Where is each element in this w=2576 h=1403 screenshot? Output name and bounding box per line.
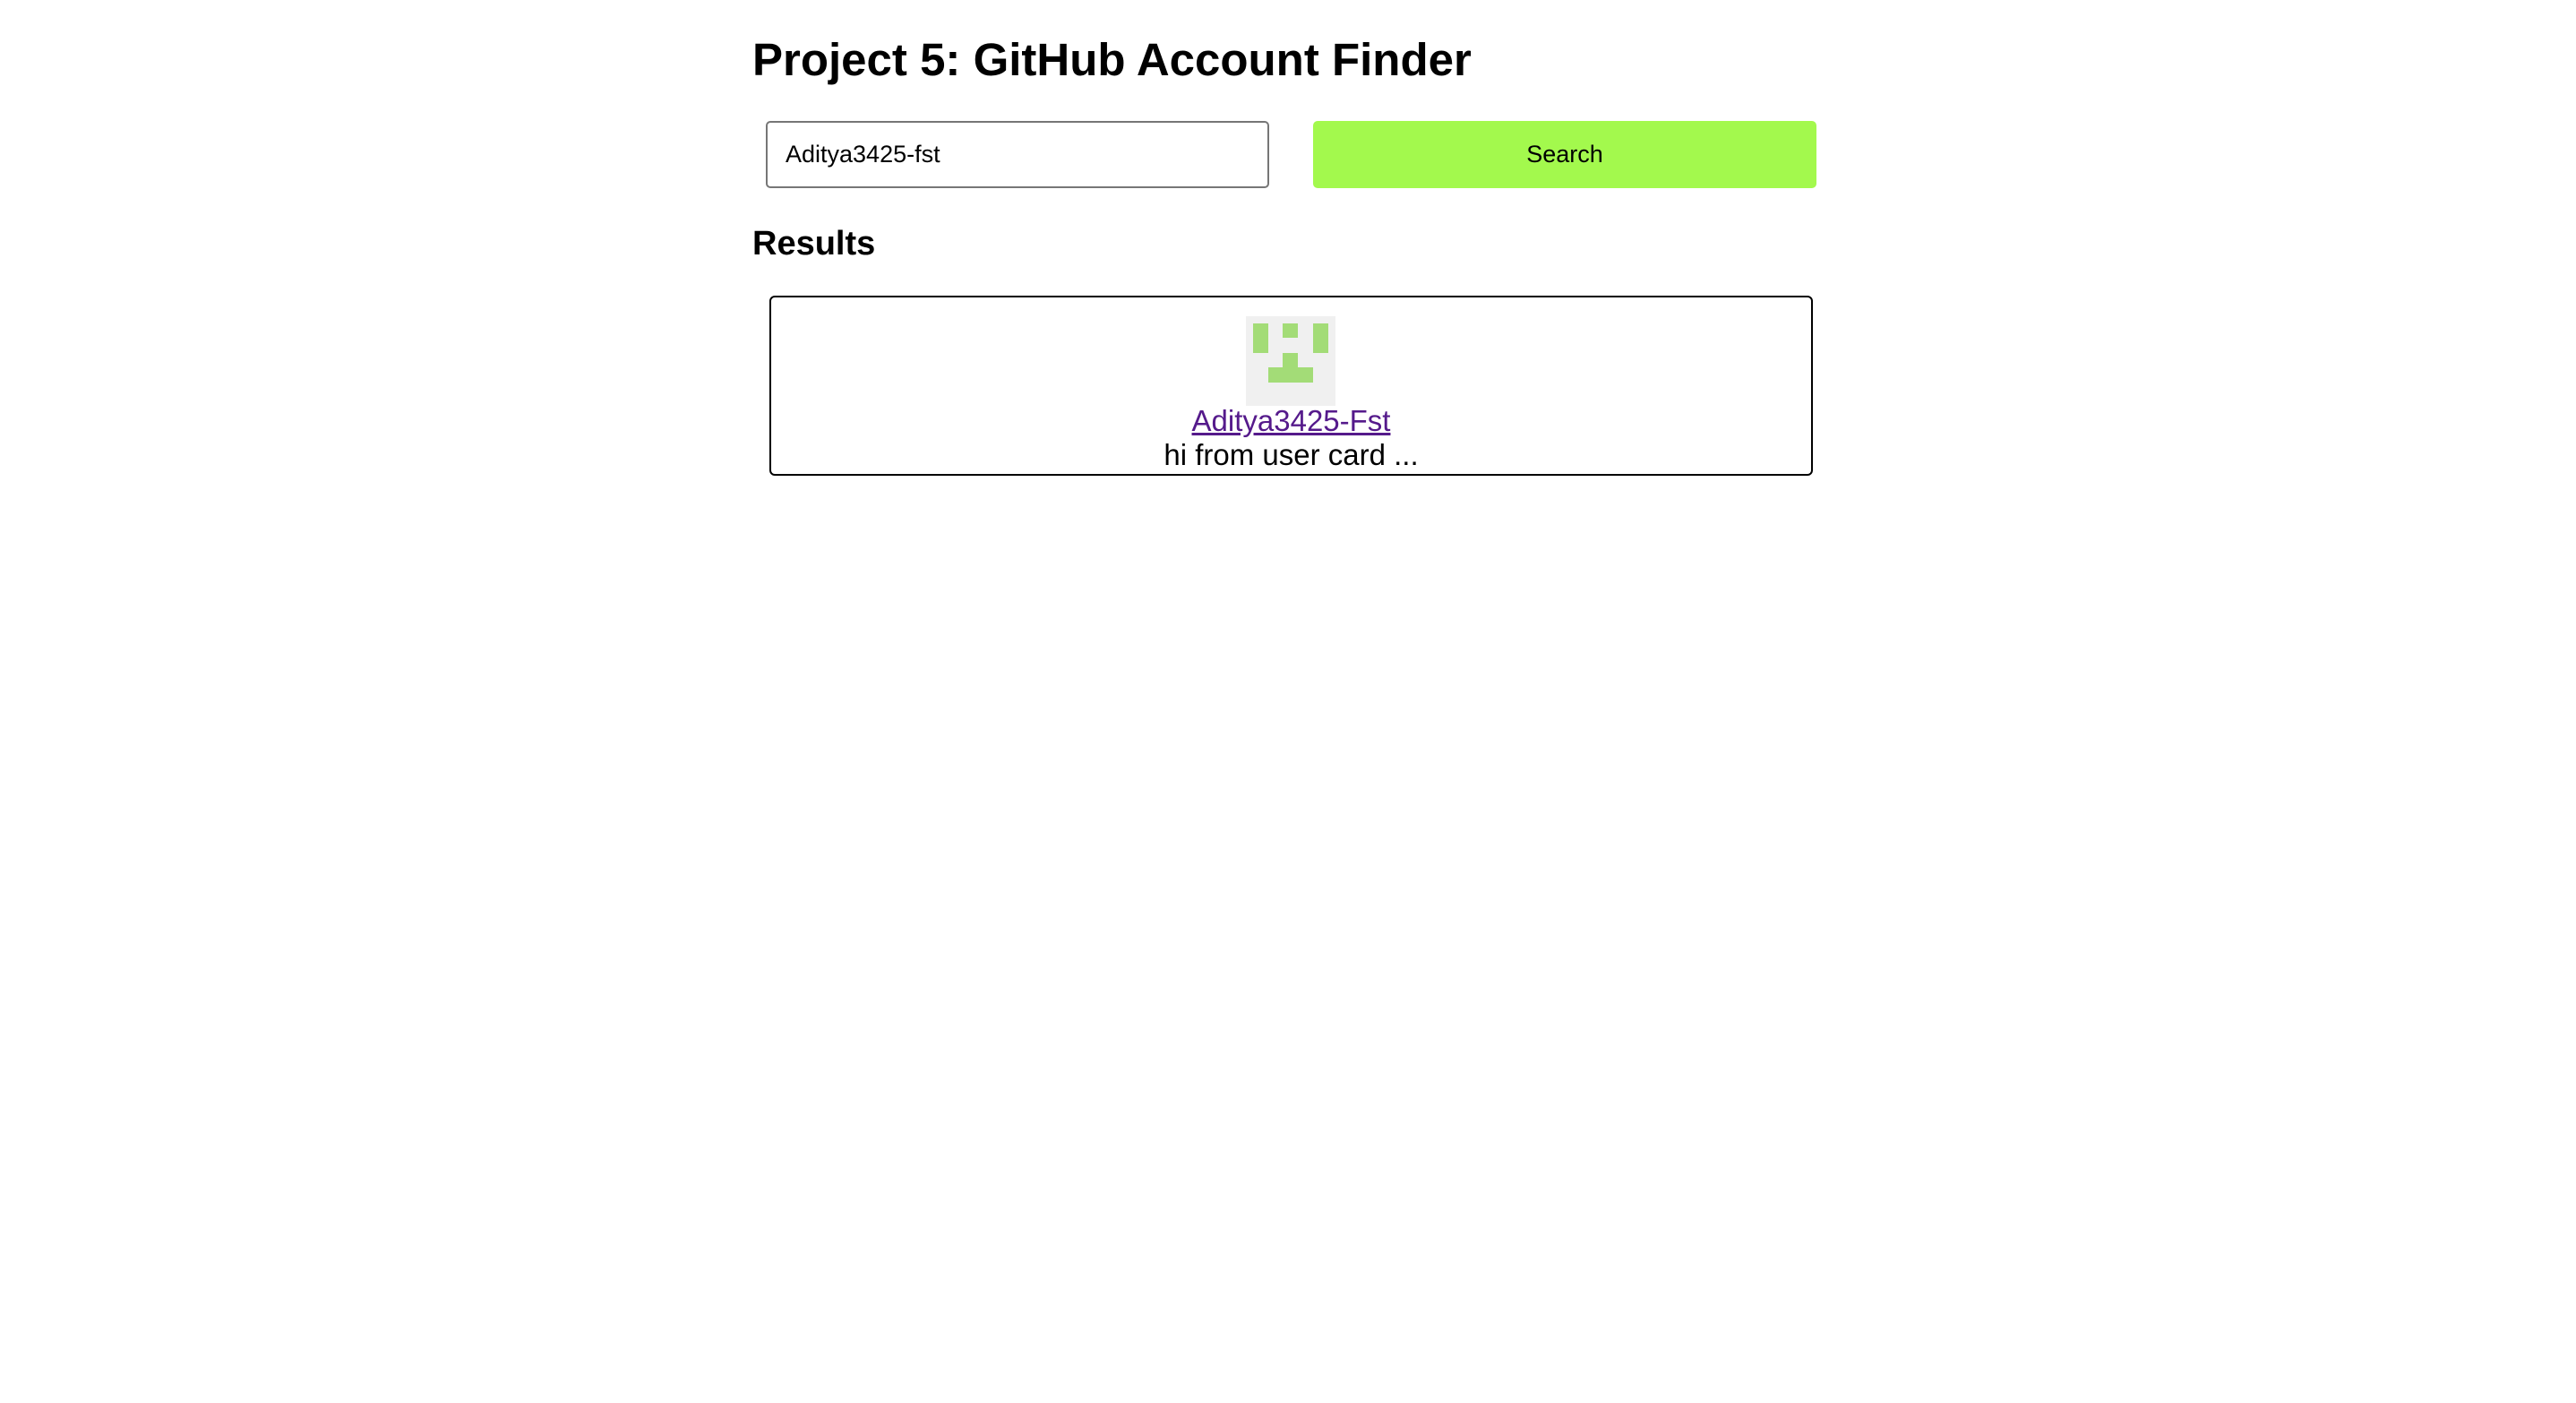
user-card: Aditya3425-Fst hi from user card ... xyxy=(769,296,1813,476)
page: Project 5: GitHub Account Finder Search … xyxy=(0,0,2576,1403)
page-title: Project 5: GitHub Account Finder xyxy=(752,34,1472,85)
avatar-pixel xyxy=(1283,323,1298,338)
identicon-avatar-icon xyxy=(1246,316,1335,406)
avatar-pixel xyxy=(1283,353,1298,367)
avatar-pixel xyxy=(1268,367,1313,383)
search-input[interactable] xyxy=(766,121,1269,188)
avatar-pixel xyxy=(1313,323,1328,353)
results-heading: Results xyxy=(752,225,876,263)
user-bio: hi from user card ... xyxy=(1163,438,1419,471)
avatar-pixel xyxy=(1253,323,1268,353)
search-button[interactable]: Search xyxy=(1313,121,1816,188)
username-link[interactable]: Aditya3425-Fst xyxy=(771,403,1811,439)
